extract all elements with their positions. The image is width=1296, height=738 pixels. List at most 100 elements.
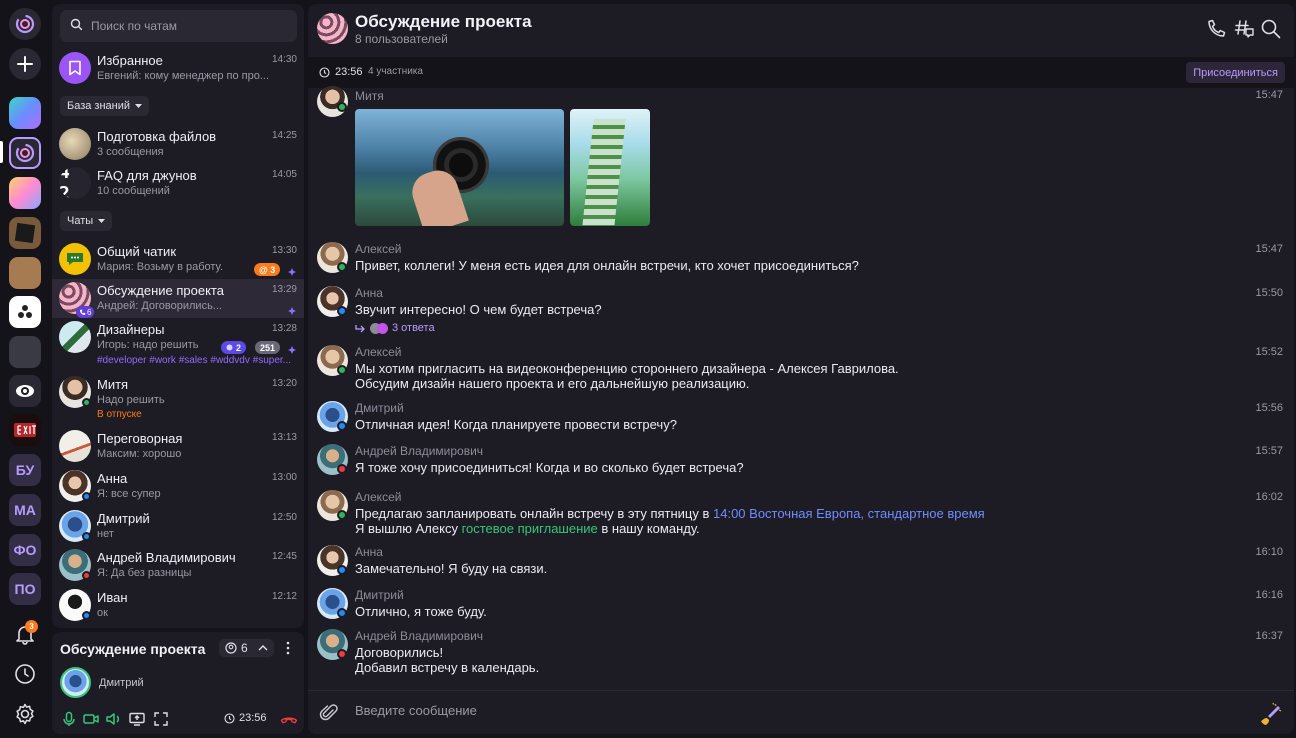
search-box[interactable] — [60, 10, 297, 42]
chat-time: 13:20 — [271, 378, 297, 389]
fullscreen-icon[interactable] — [153, 711, 169, 727]
chat-avatar — [59, 430, 91, 462]
message-text: Отлично, я тоже буду. — [355, 604, 487, 619]
magic-brush-icon[interactable] — [1258, 701, 1282, 728]
guest-invite-link[interactable]: гостевое приглашение — [462, 521, 598, 536]
join-call-button[interactable]: Присоединиться — [1186, 62, 1285, 83]
search-icon[interactable] — [1260, 18, 1282, 40]
unread-badge-count: 2 — [236, 342, 242, 353]
message-author[interactable]: Андрей Владимирович — [355, 629, 483, 643]
message-author[interactable]: Анна — [355, 545, 383, 559]
microphone-icon[interactable] — [61, 711, 77, 727]
chat-time: 13:00 — [271, 472, 297, 483]
chat-title: Анна — [97, 471, 128, 486]
message-author[interactable]: Митя — [355, 89, 384, 103]
workspace-icon[interactable] — [9, 257, 41, 289]
message-author[interactable]: Андрей Владимирович — [355, 444, 483, 458]
knowledge-item[interactable]: 4 2 FAQ для джунов 10 сообщений 14:05 — [52, 164, 304, 203]
chat-item[interactable]: Переговорная Максим: хорошо 13:13 — [52, 427, 304, 466]
vacation-status: В отпуске — [97, 409, 142, 420]
message-author[interactable]: Дмитрий — [355, 588, 404, 602]
online-status-dot — [337, 365, 347, 375]
unread-count-badge: 251 — [255, 341, 281, 354]
camera-icon[interactable] — [83, 711, 99, 727]
chat-item[interactable]: Общий чатик Мария: Возьму в работу. 13:3… — [52, 240, 304, 279]
call-participants-toggle[interactable]: 6 — [219, 639, 274, 657]
speaker-icon[interactable] — [105, 711, 121, 727]
plus-icon[interactable] — [9, 48, 41, 80]
clock-icon — [319, 66, 330, 78]
app-logo-icon[interactable] — [9, 8, 41, 40]
chat-item[interactable]: Митя Надо решить 13:20 В отпуске — [52, 373, 304, 425]
chat-subtitle: нет — [97, 528, 114, 540]
knowledge-section-toggle[interactable]: База знаний — [60, 96, 150, 116]
busy-status-dot — [337, 464, 347, 474]
workspace-icon[interactable] — [9, 296, 41, 328]
workspace-icon[interactable] — [9, 336, 41, 368]
paperclip-icon[interactable] — [319, 703, 339, 726]
workspace-po[interactable]: ПО — [9, 573, 41, 605]
chat-list-panel: Избранное Евгений: кому менеджер по про.… — [52, 4, 304, 628]
chat-header-avatar[interactable] — [317, 13, 348, 44]
chat-time: 13:30 — [271, 245, 297, 256]
chat-item[interactable]: Дмитрий нет 12:50 — [52, 507, 304, 546]
message-author[interactable]: Алексей — [355, 490, 401, 504]
workspace-icon[interactable] — [9, 97, 41, 129]
chat-item-active[interactable]: 6 Обсуждение проекта Андрей: Договорилис… — [52, 279, 304, 318]
chat-item[interactable]: Анна Я: все супер 13:00 — [52, 467, 304, 506]
message-text: Отличная идея! Когда планируете провести… — [355, 417, 677, 432]
workspace-icon[interactable] — [9, 217, 41, 249]
screen-share-icon[interactable] — [129, 711, 145, 727]
knowledge-item[interactable]: Подготовка файлов 3 сообщения 14:25 — [52, 125, 304, 164]
workspace-fo[interactable]: ФО — [9, 534, 41, 566]
history-icon[interactable] — [11, 660, 39, 688]
exit-sign-icon[interactable] — [9, 414, 41, 446]
message-time: 15:57 — [1255, 445, 1283, 457]
chats-section-toggle[interactable]: Чаты — [60, 211, 113, 231]
photo-attachment-lens[interactable] — [355, 109, 564, 226]
away-status-dot — [82, 492, 91, 501]
message-text: Я тоже хочу присоединиться! Когда и во с… — [355, 460, 744, 475]
message-time: 16:10 — [1255, 546, 1283, 558]
chat-bubble-icon — [67, 253, 83, 265]
more-options-icon[interactable] — [280, 640, 296, 659]
chat-title: Дизайнеры — [97, 322, 165, 337]
chat-subtitle: Максим: хорошо — [97, 448, 182, 460]
settings-icon[interactable] — [11, 700, 39, 728]
workspace-bu[interactable]: БУ — [9, 454, 41, 486]
chat-header-title[interactable]: Обсуждение проекта — [355, 12, 532, 32]
thread-avatars — [370, 322, 388, 334]
ongoing-call-bar: 23:56 4 участника Присоединиться — [308, 57, 1294, 88]
message-input[interactable] — [355, 703, 1205, 718]
call-badge: 6 — [76, 306, 95, 318]
chat-item[interactable]: Дизайнеры Игорь: надо решить 13:28 2 251… — [52, 318, 304, 370]
message-author[interactable]: Дмитрий — [355, 401, 404, 415]
call-timer: 23:56 — [224, 712, 267, 724]
call-bar-participants: 4 участника — [368, 66, 423, 77]
call-user-name: Дмитрий — [99, 677, 144, 689]
message-author[interactable]: Алексей — [355, 345, 401, 359]
chat-header-subtitle[interactable]: 8 пользователей — [355, 32, 448, 46]
message-author[interactable]: Алексей — [355, 242, 401, 256]
workspace-logo-icon[interactable] — [9, 137, 41, 169]
hang-up-icon[interactable] — [280, 711, 298, 727]
workspace-ma[interactable]: МА — [9, 494, 41, 526]
thread-hashtag-icon[interactable] — [1233, 18, 1255, 40]
workspace-icon[interactable] — [9, 177, 41, 209]
message-line: Отлично, я тоже буду. — [355, 604, 487, 619]
search-input[interactable] — [91, 19, 291, 33]
pin-icon — [288, 264, 296, 279]
eye-icon[interactable] — [9, 375, 41, 407]
participants-icon — [225, 642, 237, 654]
chat-item[interactable]: Иван ок 12:12 — [52, 586, 304, 625]
phone-icon[interactable] — [1205, 18, 1227, 40]
favorites-avatar — [59, 52, 91, 84]
chat-item[interactable]: Андрей Владимирович Я: Да без разницы 12… — [52, 546, 304, 585]
favorites-item[interactable]: Избранное Евгений: кому менеджер по про.… — [52, 49, 304, 88]
thread-replies-link[interactable]: 3 ответа — [355, 322, 435, 334]
phone-icon — [80, 309, 86, 315]
knowledge-item-time: 14:25 — [271, 130, 297, 141]
photo-attachment-building[interactable] — [570, 109, 650, 226]
message-author[interactable]: Анна — [355, 286, 383, 300]
time-zone-link[interactable]: 14:00 Восточная Европа, стандартное врем… — [713, 506, 985, 521]
